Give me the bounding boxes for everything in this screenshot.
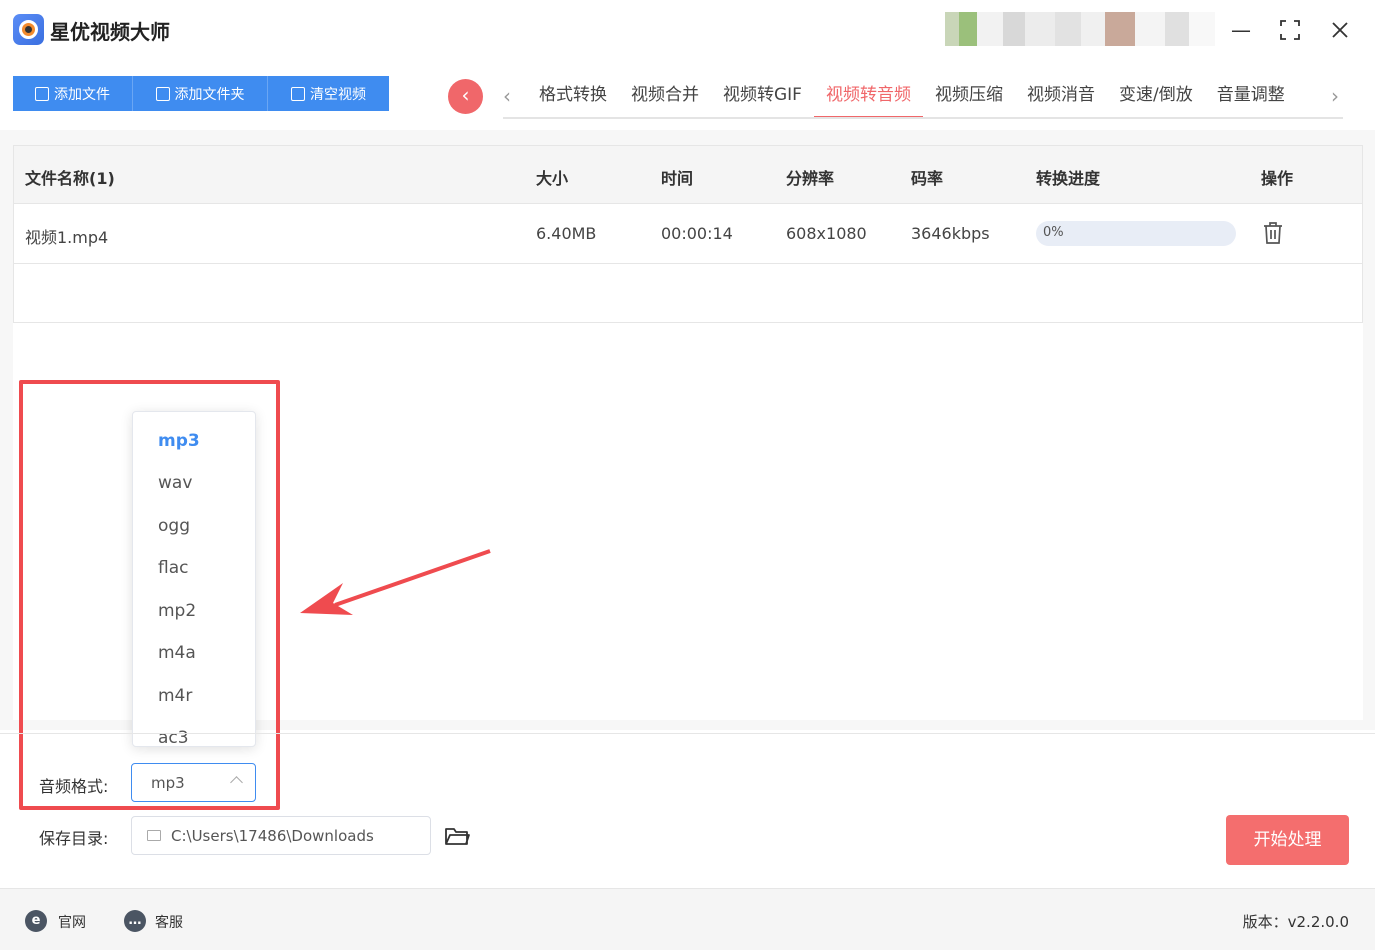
tab-video-to-audio[interactable]: 视频转音频: [813, 82, 923, 118]
file-toolbar: 添加文件 添加文件夹 清空视频: [13, 76, 389, 111]
format-option-mp3[interactable]: mp3: [158, 431, 200, 451]
file-resolution: 608x1080: [786, 224, 867, 243]
collapse-left-icon[interactable]: ‹: [448, 79, 483, 114]
col-bitrate: 码率: [911, 169, 944, 188]
progress-text: 0%: [1043, 225, 1064, 240]
file-size: 6.40MB: [536, 224, 597, 243]
trash-icon: [291, 86, 305, 101]
maximize-icon[interactable]: [1276, 16, 1304, 44]
tab-volume-adjust[interactable]: 音量调整: [1205, 82, 1297, 118]
tabs-divider: [503, 117, 1343, 119]
chat-icon[interactable]: …: [124, 910, 146, 932]
website-icon[interactable]: e: [25, 910, 47, 932]
chevron-up-icon: [230, 776, 243, 789]
tabs-prev-arrow-icon[interactable]: ‹: [503, 84, 511, 108]
app-title: 星优视频大师: [50, 20, 170, 44]
col-progress: 转换进度: [1036, 169, 1101, 188]
save-dir-label: 保存目录:: [39, 829, 109, 848]
website-link[interactable]: 官网: [58, 912, 86, 932]
tabs-next-arrow-icon[interactable]: ›: [1331, 84, 1339, 108]
file-table: 文件名称(1) 大小 时间 分辨率 码率 转换进度 操作 视频1.mp4 6.4…: [13, 145, 1363, 323]
tab-speed-reverse[interactable]: 变速/倒放: [1107, 82, 1205, 118]
conversion-progress-bar: 0%: [1036, 221, 1236, 246]
title-bar: 星优视频大师 —: [0, 0, 1375, 60]
folder-icon: [155, 86, 170, 101]
save-dir-value: C:\Users\17486\Downloads: [171, 827, 374, 845]
annotation-arrow-icon: [300, 549, 491, 615]
settings-divider: [0, 733, 1375, 734]
open-folder-icon[interactable]: [444, 825, 470, 847]
tab-video-compress[interactable]: 视频压缩: [923, 82, 1015, 118]
format-option-m4r[interactable]: m4r: [158, 686, 192, 706]
format-option-flac[interactable]: flac: [158, 558, 188, 578]
start-processing-button[interactable]: 开始处理: [1226, 815, 1349, 865]
version-text: 版本：v2.2.0.0: [1242, 913, 1349, 931]
format-option-m4a[interactable]: m4a: [158, 643, 196, 663]
tab-video-mute[interactable]: 视频消音: [1015, 82, 1107, 118]
footer-bar: e 官网 … 客服 版本：v2.2.0.0: [0, 888, 1375, 950]
close-icon[interactable]: [1326, 16, 1354, 44]
user-account-avatar[interactable]: [945, 12, 1215, 46]
customer-service-link[interactable]: 客服: [155, 912, 183, 932]
file-bitrate: 3646kbps: [911, 224, 990, 243]
format-option-mp2[interactable]: mp2: [158, 601, 196, 621]
audio-format-label: 音频格式:: [39, 777, 109, 796]
app-logo-icon: [13, 14, 44, 45]
clear-videos-button[interactable]: 清空视频: [268, 76, 389, 111]
format-option-wav[interactable]: wav: [158, 473, 192, 493]
file-name: 视频1.mp4: [25, 228, 109, 247]
delete-icon[interactable]: [1262, 221, 1284, 245]
audio-format-select[interactable]: mp3: [131, 763, 256, 802]
col-size: 大小: [536, 169, 569, 188]
table-row[interactable]: 视频1.mp4 6.40MB 00:00:14 608x1080 3646kbp…: [14, 204, 1362, 264]
tab-video-merge[interactable]: 视频合并: [619, 82, 711, 118]
col-filename: 文件名称(1): [25, 169, 115, 188]
folder-icon: [147, 830, 161, 841]
file-duration: 00:00:14: [661, 224, 733, 243]
feature-tabs: 格式转换 视频合并 视频转GIF 视频转音频 视频压缩 视频消音 变速/倒放 音…: [527, 82, 1297, 118]
add-folder-button[interactable]: 添加文件夹: [133, 76, 268, 111]
format-option-ogg[interactable]: ogg: [158, 516, 190, 536]
format-option-ac3[interactable]: ac3: [158, 728, 189, 746]
table-header: 文件名称(1) 大小 时间 分辨率 码率 转换进度 操作: [14, 146, 1362, 204]
save-dir-input[interactable]: C:\Users\17486\Downloads: [131, 816, 431, 855]
col-resolution: 分辨率: [786, 169, 835, 188]
col-time: 时间: [661, 169, 694, 188]
audio-format-dropdown: mp3 wav ogg flac mp2 m4a m4r ac3: [132, 411, 256, 747]
minimize-icon[interactable]: —: [1227, 16, 1255, 44]
audio-format-value: mp3: [151, 774, 185, 792]
col-action: 操作: [1261, 169, 1294, 188]
file-icon: [35, 86, 49, 101]
add-file-button[interactable]: 添加文件: [13, 76, 133, 111]
tab-format-convert[interactable]: 格式转换: [527, 82, 619, 118]
tab-video-to-gif[interactable]: 视频转GIF: [711, 82, 814, 118]
